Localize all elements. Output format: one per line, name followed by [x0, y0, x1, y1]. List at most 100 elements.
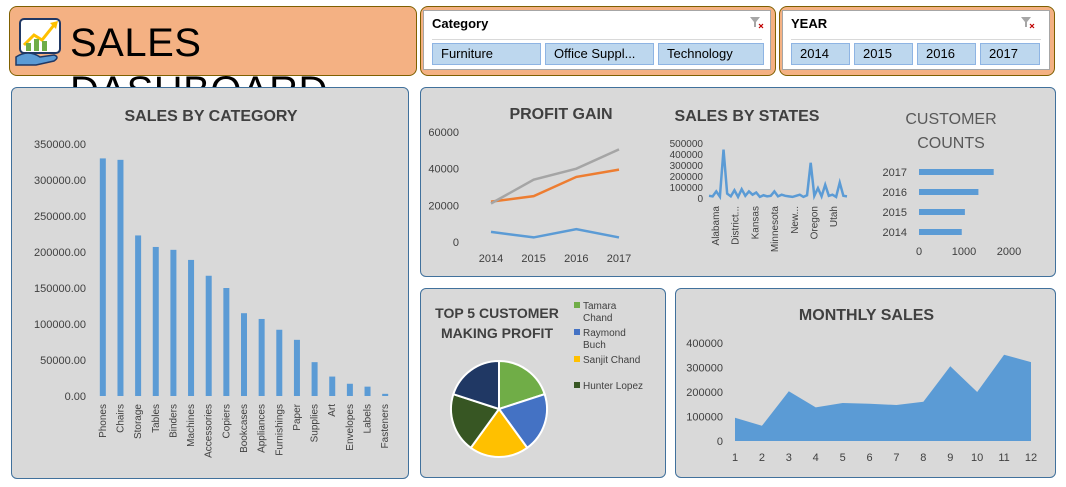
x-tick-label: 1	[732, 452, 738, 464]
x-tick-label: 2017	[607, 253, 631, 265]
year-option-2017[interactable]: 2017	[980, 43, 1040, 65]
monthly-sales-area	[735, 354, 1031, 441]
year-option-2014[interactable]: 2014	[791, 43, 850, 65]
y-tick-label: 400000	[686, 338, 723, 350]
monthly-sales-chart: 01000002000003000004000001 2 3 4 5 6 7 8 9 10 11 12	[686, 338, 1037, 464]
y-tick-label: 100000	[670, 183, 704, 194]
bar-fasteners	[382, 393, 389, 396]
legend-swatch	[574, 329, 580, 335]
x-tick-label: 2015	[521, 253, 545, 265]
category-option-technology[interactable]: Technology	[658, 43, 764, 65]
legend-label: Chand	[583, 313, 612, 324]
bar-2014	[919, 229, 962, 235]
x-tick-label: 11	[998, 452, 1009, 464]
x-tick-label: Bookcases	[239, 404, 250, 453]
y-tick-label: 0	[453, 237, 459, 249]
bar-tables	[152, 246, 159, 396]
clear-filter-icon[interactable]	[1021, 17, 1035, 29]
y-tick-label: 0.00	[65, 391, 86, 403]
bar-supplies	[311, 362, 318, 396]
x-tick-label: Supplies	[310, 404, 321, 442]
bar-bookcases	[241, 313, 247, 396]
x-tick-label: Furnishings	[274, 404, 285, 456]
year-option-2015[interactable]: 2015	[854, 43, 913, 65]
slicer-divider	[432, 39, 762, 40]
x-tick-label: 0	[916, 246, 922, 258]
x-tick-label: 2014	[479, 253, 503, 265]
x-tick-label: Art	[327, 404, 338, 417]
profit-series-line-3	[490, 148, 620, 205]
year-slicer-title: YEAR	[791, 16, 828, 31]
bar-envelopes	[346, 383, 353, 396]
profit-series-line-1	[490, 227, 620, 239]
x-tick-label: Labels	[363, 404, 374, 433]
x-tick-label: Alabama	[711, 206, 722, 246]
profit-gain-chart: 0 20000 40000 60000 2014 2015 2016 2017	[428, 127, 631, 265]
y-tick-label: 500000	[670, 139, 704, 150]
growth-chart-hand-icon	[15, 18, 61, 66]
year-option-2016[interactable]: 2016	[917, 43, 976, 65]
bar-art	[329, 376, 336, 396]
bar-2017	[919, 169, 994, 175]
y-tick-label: 20000	[428, 200, 459, 212]
bar-appliances	[258, 318, 265, 396]
x-tick-label: Appliances	[257, 404, 268, 453]
title-banner: SALES DASHBOARD	[9, 6, 417, 113]
bar-labels	[364, 386, 371, 396]
clear-filter-icon[interactable]	[750, 17, 764, 29]
top5-customers-panel: TOP 5 CUSTOMER MAKING PROFIT Tamara Chand…	[420, 288, 666, 478]
y-tick-label: 300000.00	[34, 175, 86, 187]
customer-counts-chart: 2017 2016 2015 2014 0 1000 2000	[883, 167, 1022, 258]
bar-paper	[293, 339, 300, 396]
year-slicer-frame: YEAR 2014 2015 2016 2017	[779, 6, 1055, 76]
states-sales-line	[708, 149, 848, 201]
y-tick-label: 250000.00	[34, 211, 86, 223]
x-tick-label: 7	[893, 452, 899, 464]
x-tick-label: New...	[790, 206, 801, 234]
category-slicer-frame: Category Furniture Office Suppl... Techn…	[420, 6, 776, 76]
y-tick-label: 100000.00	[34, 319, 86, 331]
x-tick-label: 9	[947, 452, 953, 464]
legend-label: Sanjit Chand	[583, 355, 640, 366]
top5-customers-pie: TamaraChand RaymondBuch Sanjit Chand Hunter…	[450, 301, 643, 458]
category-option-furniture[interactable]: Furniture	[432, 43, 541, 65]
x-tick-label: Fasteners	[380, 404, 391, 448]
x-tick-label: 4	[813, 452, 819, 464]
y-tick-label: 2015	[883, 207, 907, 219]
legend-label: Buch	[583, 340, 606, 351]
bar-furnishings	[276, 329, 283, 396]
sales-by-category-panel: SALES BY CATEGORY 0.00 50000.00 100000.00 1…	[11, 87, 409, 479]
x-tick-label: Utah	[829, 206, 840, 227]
bar-chairs	[117, 159, 124, 396]
x-tick-label: Copiers	[221, 404, 232, 438]
y-tick-label: 400000	[670, 150, 704, 161]
metrics-panel: PROFIT GAIN 0 20000 40000 60000 2014 2015 2016…	[420, 87, 1056, 277]
legend-swatch	[574, 382, 580, 388]
legend-label: Hunter Lopez	[583, 381, 643, 392]
y-tick-label: 200000	[686, 387, 723, 399]
x-tick-label: District...	[731, 206, 742, 245]
bar-machines	[188, 259, 195, 396]
bar-binders	[170, 249, 177, 396]
bar-phones	[99, 158, 106, 396]
y-tick-label: 200000.00	[34, 247, 86, 259]
x-tick-label: 8	[920, 452, 926, 464]
bar-storage	[135, 235, 142, 396]
bar-2016	[919, 189, 979, 195]
legend-swatch	[574, 302, 580, 308]
x-tick-label: 2000	[997, 246, 1021, 258]
y-tick-label: 2016	[883, 187, 907, 199]
category-slicer-title: Category	[432, 16, 489, 31]
legend-swatch	[574, 356, 580, 362]
x-tick-label: Kansas	[750, 206, 761, 239]
x-tick-label: 10	[971, 452, 983, 464]
category-option-office-supplies[interactable]: Office Suppl...	[545, 43, 654, 65]
x-tick-label: 2	[759, 452, 765, 464]
x-tick-label: 6	[866, 452, 872, 464]
x-tick-label: 2016	[564, 253, 588, 265]
y-tick-label: 300000	[670, 161, 704, 172]
x-tick-label: 5	[840, 452, 846, 464]
x-tick-label: Chairs	[115, 404, 126, 433]
y-tick-label: 2014	[883, 227, 907, 239]
x-tick-label: Oregon	[809, 206, 820, 239]
